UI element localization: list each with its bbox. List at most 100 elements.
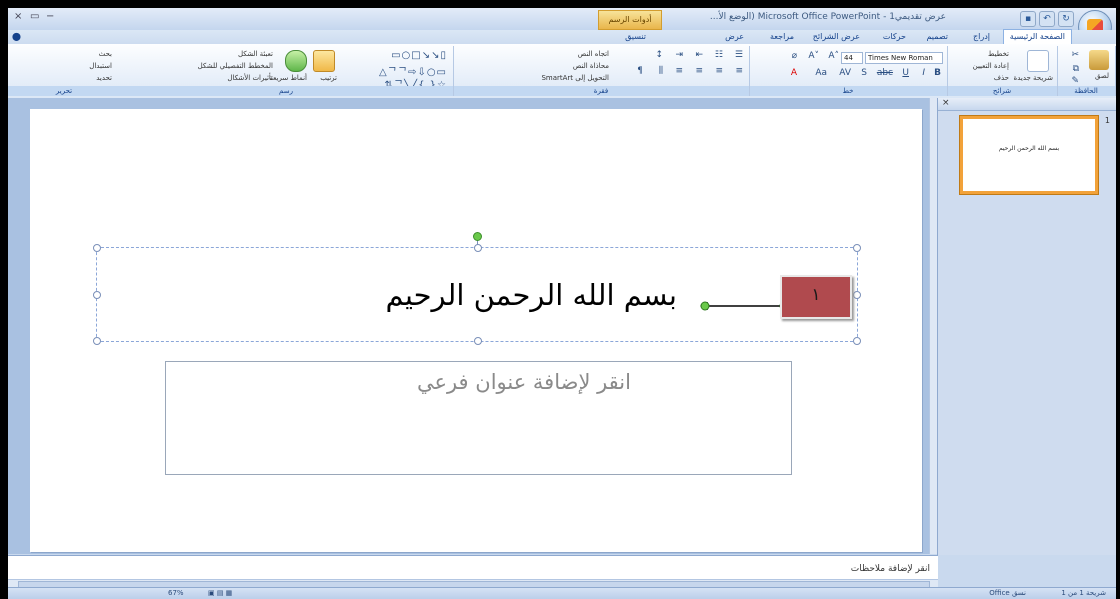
bullets-icon[interactable]: ☰ (735, 50, 743, 60)
shapes-gallery-icon[interactable]: ▭○□↘↘▯ (391, 50, 447, 61)
group-font: Times New Roman 44 A˄ A˅ ⌀ B I U abc S A… (749, 46, 948, 96)
resize-handle-bottom[interactable] (474, 337, 482, 345)
font-name-field[interactable]: Times New Roman (865, 52, 943, 64)
shrink-font-icon[interactable]: A˅ (808, 51, 819, 61)
tab-format[interactable]: تنسيق (625, 30, 646, 44)
rotation-handle[interactable] (473, 232, 482, 241)
arrange-icon[interactable] (313, 50, 335, 72)
group-paragraph: ☰ ☷ ⇤ ⇥ ↕ ≡ ≡ ≡ ≡ ⫼ ¶ اتجاه النص محاذاة … (453, 46, 750, 96)
zoom-level[interactable]: 67% (168, 589, 184, 597)
select-button[interactable]: تحديد (96, 74, 112, 82)
undo-icon[interactable]: ↶ (1039, 11, 1055, 27)
resize-handle-top[interactable] (474, 244, 482, 252)
shadow-icon[interactable]: S (861, 68, 867, 78)
close-pane-icon[interactable]: × (942, 98, 950, 108)
tab-insert[interactable]: إدراج (973, 30, 990, 44)
title-placeholder[interactable]: بسم الله الرحمن الرحيم (93, 232, 861, 345)
font-size-field[interactable]: 44 (841, 52, 863, 64)
increase-indent-icon[interactable]: ⇥ (675, 50, 683, 60)
help-icon[interactable]: ⬤ (12, 30, 21, 44)
align-left-icon[interactable]: ≡ (695, 66, 703, 76)
change-case-icon[interactable]: Aa (815, 68, 827, 78)
resize-handle-bottom-right[interactable] (853, 337, 861, 345)
new-slide-icon[interactable] (1027, 50, 1049, 72)
resize-handle-top-right[interactable] (853, 244, 861, 252)
align-right-icon[interactable]: ≡ (735, 66, 743, 76)
resize-handle-top-left[interactable] (93, 244, 101, 252)
quick-styles-button[interactable]: أنماط سريعة (269, 74, 307, 82)
notes-pane[interactable]: انقر لإضافة ملاحظات (8, 555, 938, 580)
close-icon[interactable]: × (14, 11, 22, 22)
bold-icon[interactable]: B (934, 68, 941, 78)
tab-design[interactable]: تصميم (926, 30, 948, 44)
line-spacing-icon[interactable]: ↕ (655, 50, 663, 60)
align-text-button[interactable]: محاذاة النص (573, 62, 609, 70)
subtitle-placeholder[interactable]: انقر لإضافة عنوان فرعي (165, 361, 792, 475)
tab-review[interactable]: مراجعة (770, 30, 794, 44)
delete-button[interactable]: حذف (994, 74, 1009, 82)
text-direction-button[interactable]: اتجاه النص (578, 50, 609, 58)
group-label-drawing: رسم (119, 86, 453, 96)
drawing-tools-context-tab[interactable]: أدوات الرسم (598, 10, 662, 30)
resize-handle-right[interactable] (853, 291, 861, 299)
clear-formatting-icon[interactable]: ⌀ (792, 51, 797, 61)
resize-handle-left[interactable] (93, 291, 101, 299)
columns-icon[interactable]: ⫼ (659, 66, 663, 76)
format-painter-icon[interactable]: ✎ (1071, 76, 1079, 86)
layout-button[interactable]: تخطيط (988, 50, 1009, 58)
font-color-icon[interactable]: A (791, 68, 797, 78)
replace-button[interactable]: استبدال (89, 62, 112, 70)
notes-placeholder: انقر لإضافة ملاحظات (850, 564, 930, 574)
convert-smartart-button[interactable]: التحويل إلى SmartArt (541, 74, 609, 82)
minimize-icon[interactable]: − (46, 11, 54, 22)
view-buttons-icon[interactable]: ▦ ▤ ▣ (208, 589, 232, 597)
numbering-icon[interactable]: ☷ (715, 50, 723, 60)
quick-styles-icon[interactable] (285, 50, 307, 72)
group-label-paragraph: فقرة (453, 86, 749, 96)
reset-button[interactable]: إعادة التعيين (973, 62, 1009, 70)
justify-icon[interactable]: ≡ (675, 66, 683, 76)
italic-icon[interactable]: I (922, 68, 925, 78)
slide-thumbnail-text: بسم الله الرحمن الرحيم (998, 145, 1060, 152)
decrease-indent-icon[interactable]: ⇤ (695, 50, 703, 60)
tab-animations[interactable]: حركات (883, 30, 906, 44)
slide-thumbnail[interactable]: بسم الله الرحمن الرحيم (960, 116, 1098, 194)
slide-canvas[interactable]: بسم الله الرحمن الرحيم ١ انقر لإضافة عنو… (30, 109, 922, 552)
redo-icon[interactable]: ↻ (1058, 11, 1074, 27)
slides-pane: × 1 بسم الله الرحمن الرحيم (937, 98, 1116, 555)
underline-icon[interactable]: U (902, 68, 909, 78)
group-label-font: خط (749, 86, 947, 96)
tab-slide-show[interactable]: عرض الشرائح (813, 30, 860, 44)
group-clipboard: لصق ✂ ⧉ ✎ الحافظة (1057, 46, 1116, 96)
copy-icon[interactable]: ⧉ (1073, 64, 1079, 74)
shape-fill-button[interactable]: تعبئة الشكل (238, 50, 273, 58)
paste-icon[interactable] (1089, 50, 1109, 70)
quick-access-toolbar: ▪ ↶ ↻ (1020, 11, 1074, 27)
align-center-icon[interactable]: ≡ (715, 66, 723, 76)
tab-view[interactable]: عرض (725, 30, 744, 44)
maximize-icon[interactable]: ▭ (30, 11, 39, 22)
group-editing: بحث استبدال تحديد تحرير (8, 46, 120, 96)
shape-effects-button[interactable]: تأثيرات الأشكال (227, 74, 273, 82)
strikethrough-icon[interactable]: abc (877, 68, 893, 78)
arrange-button[interactable]: ترتيب (320, 74, 337, 82)
group-label-slides: شرائح (947, 86, 1057, 96)
group-label-clipboard: الحافظة (1057, 86, 1115, 96)
find-button[interactable]: بحث (99, 50, 112, 58)
save-icon[interactable]: ▪ (1020, 11, 1036, 27)
new-slide-button[interactable]: شريحة جديدة (1014, 74, 1053, 82)
slide-editor: بسم الله الرحمن الرحيم ١ انقر لإضافة عنو… (8, 98, 938, 554)
resize-handle-bottom-left[interactable] (93, 337, 101, 345)
slides-pane-header: × (938, 98, 1116, 111)
callout-box[interactable]: ١ (780, 275, 852, 319)
paste-button[interactable]: لصق (1095, 72, 1109, 80)
slide-title-text[interactable]: بسم الله الرحمن الرحيم (277, 278, 677, 312)
powerpoint-window: × ▭ − أدوات الرسم عرض تقديمي1 - Microsof… (8, 8, 1116, 599)
character-spacing-icon[interactable]: AV (839, 68, 851, 78)
cut-icon[interactable]: ✂ (1071, 50, 1079, 60)
shape-outline-button[interactable]: المخطط التفصيلي للشكل (198, 62, 273, 70)
callout-number: ١ (811, 285, 821, 305)
grow-font-icon[interactable]: A˄ (828, 51, 839, 61)
rtl-icon[interactable]: ¶ (637, 66, 643, 76)
tab-home[interactable]: الصفحة الرئيسية (1002, 29, 1072, 45)
